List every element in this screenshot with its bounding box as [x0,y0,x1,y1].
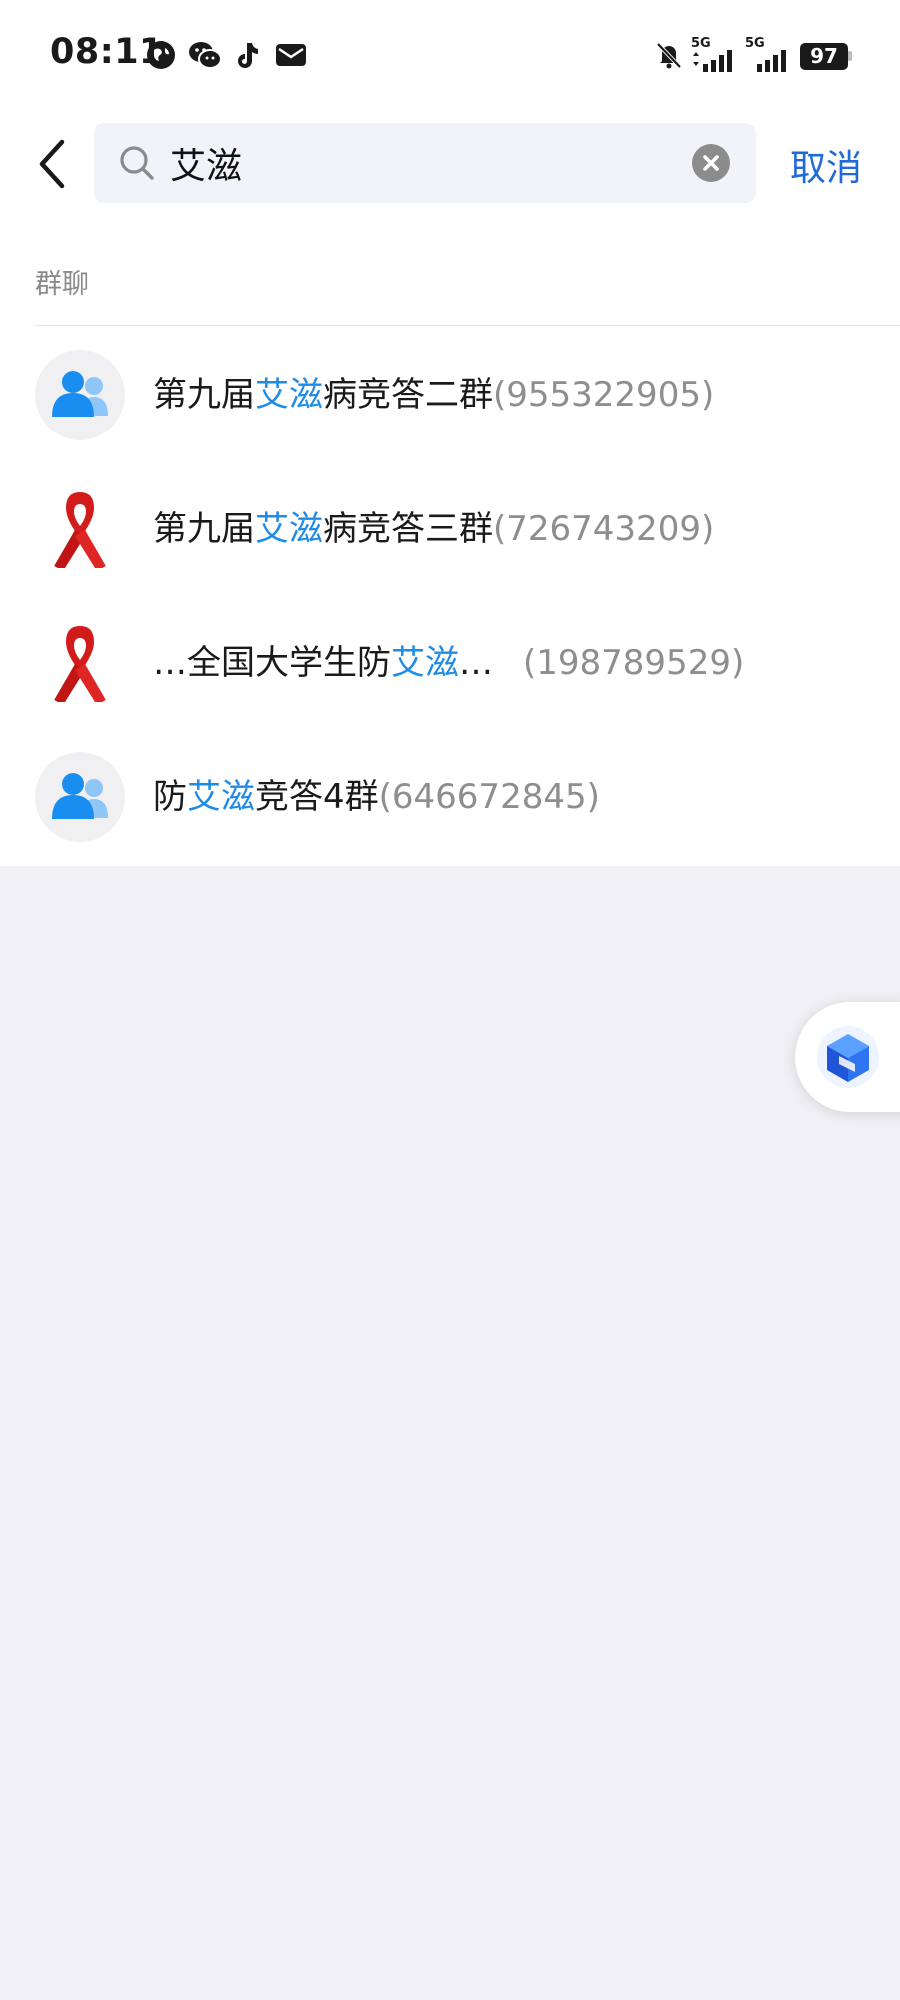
search-input[interactable] [170,123,670,203]
result-name-suffix: … [459,643,493,683]
cancel-button[interactable]: 取消 [790,139,862,191]
battery-level: 97 [810,44,838,68]
result-name-highlight: 艾滋 [255,509,323,549]
result-group-number: (955322905) [493,375,715,415]
result-title: 第九届艾滋病竞答二群(955322905) [153,328,714,462]
result-name-suffix: 病竞答二群 [323,375,493,415]
red-ribbon-avatar [35,484,125,574]
list-item[interactable]: 第九届艾滋病竞答三群(726743209) [0,462,900,596]
result-name-highlight: 艾滋 [255,375,323,415]
red-ribbon-avatar [35,618,125,708]
list-item[interactable]: 第九届艾滋病竞答二群(955322905) [0,328,900,462]
result-name-prefix: 第九届 [153,375,255,415]
list-item[interactable]: …全国大学生防艾滋… (198789529) [0,596,900,730]
search-box[interactable] [94,123,756,203]
search-icon [120,146,154,180]
sim1-label: 5G [691,36,711,51]
result-name-highlight: 艾滋 [187,777,255,817]
result-name-suffix: 病竞答三群 [323,509,493,549]
clear-icon[interactable] [692,144,730,182]
list-item[interactable]: 防艾滋竞答4群(646672845) [0,730,900,864]
floating-assistant-button[interactable] [795,1002,900,1112]
result-name-prefix: …全国大学生防 [153,643,391,683]
mail-icon [276,44,306,66]
globe-icon [147,41,175,69]
result-name-prefix: 第九届 [153,509,255,549]
back-button[interactable] [30,138,78,190]
mute-bell-icon [656,42,682,69]
group-icon [35,350,125,440]
group-icon [35,752,125,842]
result-group-number: (726743209) [493,509,715,549]
divider [35,325,900,326]
section-title: 群聊 [35,269,89,300]
result-name-suffix: 竞答4群 [255,777,379,817]
result-group-number: (198789529) [523,643,745,683]
battery-icon: 97 [800,43,848,70]
result-title: 防艾滋竞答4群(646672845) [153,730,600,864]
result-name-highlight: 艾滋 [391,643,459,683]
tiktok-icon [238,43,258,68]
result-group-number: (646672845) [378,777,600,817]
sim2-label: 5G [745,36,765,51]
result-name-prefix: 防 [153,777,187,817]
wechat-icon [189,42,222,69]
battery-tip [848,51,852,61]
cube-icon [817,1026,879,1088]
result-title: 第九届艾滋病竞答三群(726743209) [153,462,714,596]
result-title: …全国大学生防艾滋… (198789529) [153,596,744,730]
status-bar: 08:11 5G 5G 97 [0,0,900,110]
